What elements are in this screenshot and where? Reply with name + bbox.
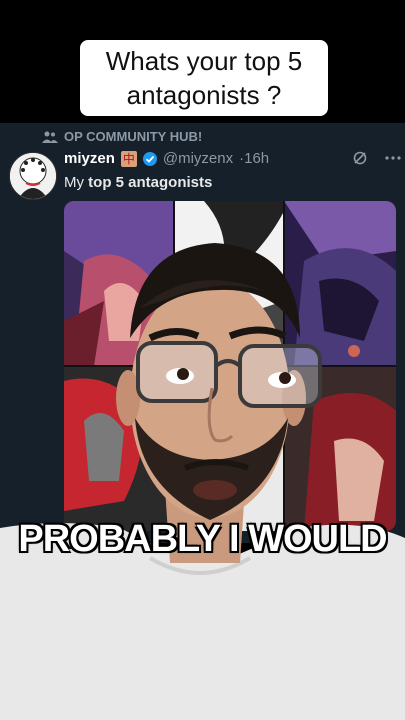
post-text-bold: top 5 antagonists (88, 174, 213, 191)
author-handle[interactable]: @miyzenx (163, 150, 233, 167)
video-frame: OP COMMUNITY HUB! miyzen 中 @miyzenx ·16h… (0, 0, 405, 720)
post-actions (352, 150, 402, 166)
verified-icon (142, 151, 157, 166)
more-icon[interactable] (384, 150, 402, 166)
subtitle-caption: PROBABLY I WOULD (18, 518, 387, 560)
community-label[interactable]: OP COMMUNITY HUB! (42, 129, 202, 144)
post-text-prefix: My (64, 174, 89, 191)
avatar[interactable] (9, 152, 57, 200)
author-name[interactable]: miyzen (64, 150, 115, 167)
community-name: OP COMMUNITY HUB! (64, 129, 203, 144)
author-badge: 中 (120, 150, 137, 167)
post-time: ·16h (239, 150, 270, 167)
avatar-image (10, 153, 56, 199)
grok-icon[interactable] (352, 150, 368, 166)
question-overlay: Whats your top 5 antagonists ? (80, 40, 328, 116)
creator-person-image (0, 243, 405, 720)
post-header: miyzen 中 @miyzenx ·16h (64, 150, 269, 167)
people-icon (42, 131, 58, 143)
post-text: My top 5 antagonists (64, 174, 212, 191)
